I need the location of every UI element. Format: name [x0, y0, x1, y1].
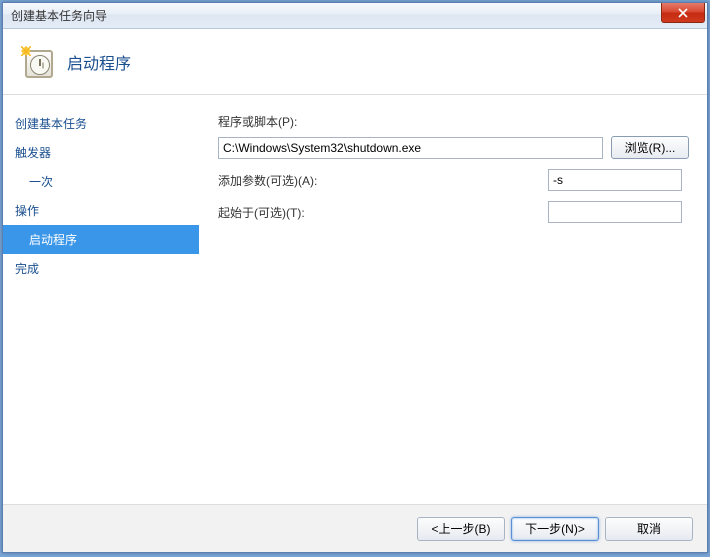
sidebar-item-trigger[interactable]: 触发器 [3, 138, 199, 167]
program-label: 程序或脚本(P): [218, 113, 689, 130]
wizard-content: 程序或脚本(P): 浏览(R)... 添加参数(可选)(A): 起始于(可选)(… [200, 95, 707, 504]
startin-label: 起始于(可选)(T): [218, 204, 548, 221]
wizard-window: 创建基本任务向导 启动程序 创建基本任务 触发器 一次 操作 启动程序 完成 程… [2, 2, 708, 553]
arguments-row: 添加参数(可选)(A): [218, 169, 689, 191]
wizard-header: 启动程序 [3, 29, 707, 95]
wizard-steps-sidebar: 创建基本任务 触发器 一次 操作 启动程序 完成 [3, 95, 200, 504]
sidebar-item-action[interactable]: 操作 [3, 196, 199, 225]
browse-button[interactable]: 浏览(R)... [611, 136, 689, 159]
arguments-label: 添加参数(可选)(A): [218, 172, 548, 189]
next-button[interactable]: 下一步(N)> [511, 517, 599, 541]
wizard-body: 创建基本任务 触发器 一次 操作 启动程序 完成 程序或脚本(P): 浏览(R)… [3, 95, 707, 504]
close-button[interactable] [661, 3, 705, 23]
window-title: 创建基本任务向导 [11, 7, 107, 24]
titlebar: 创建基本任务向导 [3, 3, 707, 29]
program-input[interactable] [218, 137, 603, 159]
sidebar-item-finish[interactable]: 完成 [3, 254, 199, 283]
close-icon [678, 8, 688, 18]
startin-input[interactable] [548, 201, 682, 223]
startin-row: 起始于(可选)(T): [218, 201, 689, 223]
program-row: 程序或脚本(P): 浏览(R)... [218, 113, 689, 159]
sidebar-item-once[interactable]: 一次 [3, 167, 199, 196]
back-button[interactable]: <上一步(B) [417, 517, 505, 541]
task-scheduler-icon [21, 46, 53, 78]
sidebar-item-start-program[interactable]: 启动程序 [3, 225, 199, 254]
arguments-input[interactable] [548, 169, 682, 191]
cancel-button[interactable]: 取消 [605, 517, 693, 541]
wizard-footer: <上一步(B) 下一步(N)> 取消 [3, 504, 707, 552]
page-title: 启动程序 [67, 50, 131, 74]
sidebar-item-create-task[interactable]: 创建基本任务 [3, 109, 199, 138]
